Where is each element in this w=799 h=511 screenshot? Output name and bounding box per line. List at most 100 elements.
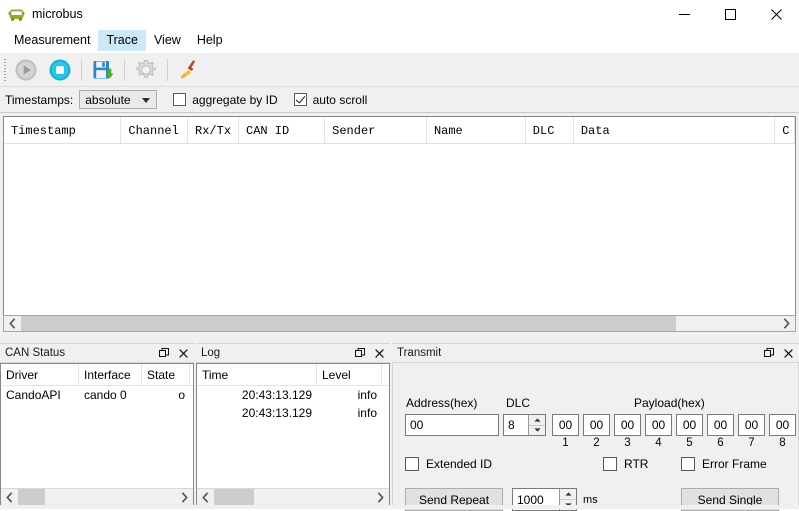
stop-measurement-button[interactable]: [45, 55, 75, 85]
trace-table-header: Timestamp Channel Rx/Tx CAN ID Sender Na…: [4, 117, 795, 144]
column-header-sender[interactable]: Sender: [325, 117, 427, 144]
column-header-interface[interactable]: Interface: [79, 364, 142, 385]
dlc-spinner[interactable]: 8: [503, 414, 546, 436]
close-icon[interactable]: [780, 345, 796, 361]
column-header-data[interactable]: Data: [574, 117, 776, 144]
close-button[interactable]: [753, 0, 799, 28]
close-icon[interactable]: [175, 345, 191, 361]
rtr-label: RTR: [624, 457, 649, 471]
trace-horizontal-scrollbar[interactable]: [3, 315, 796, 332]
scroll-left-icon[interactable]: [197, 489, 214, 505]
maximize-button[interactable]: [707, 0, 753, 28]
payload-index-6: 6: [717, 437, 724, 449]
column-header-channel[interactable]: Channel: [121, 117, 189, 144]
column-header-timestamp[interactable]: Timestamp: [4, 117, 122, 144]
payload-byte-7[interactable]: 00: [738, 414, 765, 436]
options-bar: Timestamps: absolute aggregate by ID aut…: [0, 87, 799, 113]
scroll-right-icon[interactable]: [778, 316, 795, 331]
save-trace-button[interactable]: [88, 55, 118, 85]
scrollbar-thumb[interactable]: [18, 489, 45, 505]
table-row[interactable]: 20:43:13.129 info: [197, 386, 389, 404]
scroll-right-icon[interactable]: [176, 489, 193, 505]
scrollbar-track[interactable]: [21, 316, 778, 331]
menu-item-view[interactable]: View: [146, 30, 189, 51]
float-icon[interactable]: [352, 345, 368, 361]
scroll-right-icon[interactable]: [372, 489, 389, 505]
scrollbar-track[interactable]: [18, 489, 176, 505]
dlc-decrement-button[interactable]: [529, 425, 545, 435]
address-input[interactable]: 00: [405, 414, 499, 436]
column-header-c[interactable]: C: [775, 117, 795, 144]
trace-table[interactable]: Timestamp Channel Rx/Tx CAN ID Sender Na…: [3, 116, 796, 321]
column-header-rxtx[interactable]: Rx/Tx: [188, 117, 239, 144]
toolbar-separator: [124, 58, 125, 81]
cell-driver: CandoAPI: [6, 388, 61, 402]
column-header-dlc[interactable]: DLC: [526, 117, 574, 144]
dlc-label: DLC: [506, 396, 531, 410]
scrollbar-thumb[interactable]: [214, 489, 254, 505]
payload-index-4: 4: [655, 437, 662, 449]
timestamps-label: Timestamps:: [5, 92, 74, 107]
payload-index-1: 1: [562, 437, 569, 449]
dlc-increment-button[interactable]: [529, 415, 545, 426]
cell-level: info: [357, 388, 377, 402]
toolbar-separator: [81, 58, 82, 81]
menu-item-help[interactable]: Help: [189, 30, 231, 51]
transmit-title-text: Transmit: [397, 347, 442, 359]
aggregate-by-id-checkbox[interactable]: aggregate by ID: [173, 93, 278, 107]
cell-state: o: [178, 388, 185, 402]
payload-byte-2[interactable]: 00: [583, 414, 610, 436]
scroll-left-icon[interactable]: [4, 316, 21, 331]
settings-button[interactable]: [131, 55, 161, 85]
scrollbar-track[interactable]: [214, 489, 372, 505]
payload-byte-6[interactable]: 00: [707, 414, 734, 436]
menu-item-measurement[interactable]: Measurement: [6, 30, 98, 51]
payload-byte-4[interactable]: 00: [645, 414, 672, 436]
scroll-left-icon[interactable]: [1, 489, 18, 505]
toolbar-separator: [167, 58, 168, 81]
auto-scroll-checkbox[interactable]: auto scroll: [293, 93, 367, 107]
table-row[interactable]: CandoAPI cando 0 o: [1, 386, 193, 404]
table-row[interactable]: 20:43:13.129 info: [197, 404, 389, 422]
timestamps-select-value: absolute: [85, 92, 131, 107]
transmit-panel: Transmit Address(hex) DLC Payload(hex) 0…: [392, 343, 799, 511]
cell-time: 20:43:13.129: [241, 388, 312, 402]
extended-id-label: Extended ID: [426, 457, 493, 471]
menu-item-trace[interactable]: Trace: [98, 30, 146, 51]
cell-time: 20:43:13.129: [241, 406, 312, 420]
payload-byte-8[interactable]: 00: [769, 414, 796, 436]
interval-increment-button[interactable]: [560, 489, 576, 500]
log-horizontal-scrollbar[interactable]: [197, 488, 389, 505]
can-status-panel: CAN Status Driver Interface State CandoA…: [0, 343, 194, 507]
can-status-table[interactable]: Driver Interface State CandoAPI cando 0 …: [0, 363, 194, 506]
title-bar: microbus: [0, 0, 799, 28]
close-icon[interactable]: [371, 345, 387, 361]
error-frame-checkbox[interactable]: Error Frame: [681, 457, 767, 471]
extended-id-checkbox[interactable]: Extended ID: [405, 457, 492, 471]
start-measurement-button[interactable]: [11, 55, 41, 85]
float-icon[interactable]: [156, 345, 172, 361]
column-header-driver[interactable]: Driver: [1, 364, 79, 385]
address-label: Address(hex): [406, 396, 478, 410]
dlc-spinner-buttons[interactable]: [528, 415, 545, 435]
can-status-header-row: Driver Interface State: [1, 364, 193, 386]
column-header-level[interactable]: Level: [317, 364, 382, 385]
column-header-can-id[interactable]: CAN ID: [239, 117, 326, 144]
toolbar-grip[interactable]: [1, 56, 9, 83]
log-table[interactable]: Time Level 20:43:13.129 info 20:43:13.12…: [196, 363, 390, 506]
column-header-state[interactable]: State: [142, 364, 190, 385]
scrollbar-thumb[interactable]: [21, 316, 676, 331]
payload-byte-5[interactable]: 00: [676, 414, 703, 436]
clear-trace-button[interactable]: [174, 55, 204, 85]
cell-interface: cando 0: [84, 388, 127, 402]
column-header-name[interactable]: Name: [427, 117, 526, 144]
payload-byte-3[interactable]: 00: [614, 414, 641, 436]
timestamps-select[interactable]: absolute: [79, 90, 158, 109]
minimize-button[interactable]: [661, 0, 707, 28]
payload-byte-1[interactable]: 00: [552, 414, 579, 436]
column-header-time[interactable]: Time: [197, 364, 317, 385]
can-status-horizontal-scrollbar[interactable]: [1, 488, 193, 505]
payload-index-7: 7: [748, 437, 755, 449]
float-icon[interactable]: [761, 345, 777, 361]
rtr-checkbox[interactable]: RTR: [603, 457, 648, 471]
